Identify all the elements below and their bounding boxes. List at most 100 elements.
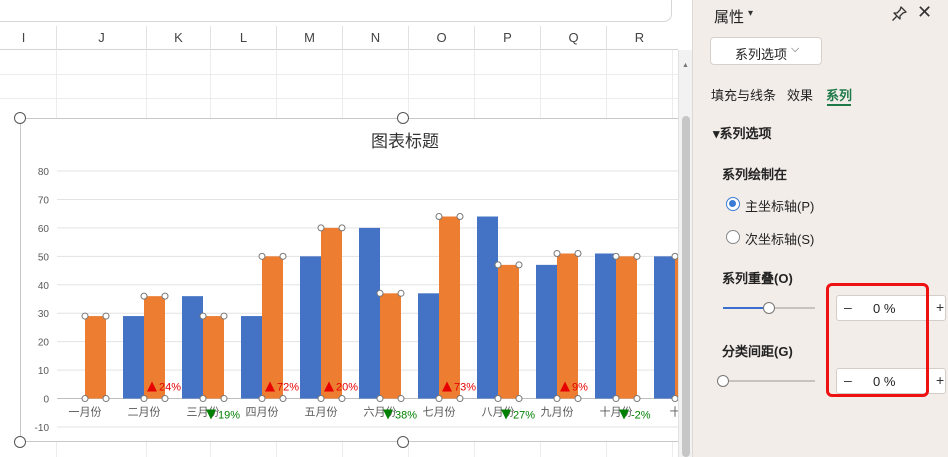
- bar-series-2: [85, 316, 106, 399]
- bar-series-2: [498, 264, 519, 399]
- spreadsheet-area[interactable]: I J K L M N O P Q R 图表标题 80 70 60 50 40 30 20 10…: [0, 0, 678, 457]
- grid-line: [0, 74, 678, 75]
- change-label: 24%: [159, 382, 181, 394]
- bar-selection-point: [456, 395, 464, 403]
- change-label: -2%: [631, 410, 651, 422]
- bar-selection-point: [435, 213, 443, 221]
- y-tick-label: 10: [38, 366, 50, 377]
- gap-width-heading: 分类间距(G): [722, 344, 793, 359]
- bar-selection-point: [338, 224, 346, 232]
- resize-handle-top[interactable]: [397, 112, 409, 124]
- scrollbar-thumb[interactable]: [682, 116, 690, 457]
- pin-icon[interactable]: [890, 5, 908, 23]
- bar-selection-point: [494, 395, 502, 403]
- column-header-l[interactable]: L: [210, 26, 276, 50]
- vertical-scrollbar[interactable]: ▲: [678, 50, 692, 457]
- bar-selection-point: [317, 224, 325, 232]
- tab-series[interactable]: 系列: [826, 85, 852, 104]
- resize-handle-bottom[interactable]: [397, 436, 409, 448]
- secondary-axis-label[interactable]: 次坐标轴(S): [745, 229, 814, 248]
- bar-series-2: [380, 293, 401, 399]
- bar-selection-point: [456, 213, 464, 221]
- bar-selection-point: [574, 395, 582, 403]
- bar-selection-point: [140, 395, 148, 403]
- column-header-n[interactable]: N: [342, 26, 408, 50]
- bar-selection-point: [258, 252, 266, 260]
- x-category-label: 一月份: [69, 406, 102, 419]
- grid-line: [0, 98, 678, 99]
- bar-selection-point: [633, 252, 641, 260]
- panel-title-caret-icon[interactable]: ▾: [748, 8, 753, 19]
- bar-selection-point: [553, 395, 561, 403]
- close-icon[interactable]: ✕: [917, 2, 932, 22]
- change-label: 38%: [395, 410, 417, 422]
- column-header-r[interactable]: R: [606, 26, 672, 50]
- bar-selection-point: [612, 252, 620, 260]
- y-tick-label: -10: [35, 423, 50, 434]
- increment-button[interactable]: +: [936, 372, 944, 388]
- tab-effects[interactable]: 效果: [787, 85, 813, 104]
- bar-selection-point: [397, 395, 405, 403]
- change-label: 27%: [513, 410, 535, 422]
- bar-selection-point: [338, 395, 346, 403]
- gap-width-slider[interactable]: [723, 380, 815, 382]
- bar-series-2: [321, 227, 342, 399]
- bar-selection-point: [220, 312, 228, 320]
- series-overlap-slider-handle[interactable]: [763, 302, 775, 314]
- highlight-annotation-box: [826, 283, 929, 397]
- bar-selection-point: [220, 395, 228, 403]
- bar-selection-point: [258, 395, 266, 403]
- bar-selection-point: [279, 252, 287, 260]
- x-category-label: 十: [670, 405, 679, 419]
- series-options-dropdown[interactable]: 系列选项 ⌵: [710, 37, 822, 65]
- resize-handle-bottom-left[interactable]: [14, 436, 26, 448]
- y-tick-label: 40: [38, 281, 50, 292]
- tab-fill-and-line[interactable]: 填充与线条: [711, 85, 776, 104]
- column-header-p[interactable]: P: [474, 26, 540, 50]
- gap-width-slider-handle[interactable]: [717, 375, 729, 387]
- column-header-i[interactable]: I: [0, 26, 56, 50]
- bar-series-2: [203, 316, 224, 399]
- bar-series-2: [439, 216, 460, 399]
- x-category-label: 二月份: [128, 406, 161, 419]
- y-tick-label: 50: [38, 252, 50, 263]
- formula-bar-strip[interactable]: [0, 0, 672, 22]
- chart-title: 图表标题: [371, 132, 439, 151]
- bar-series-1: [418, 293, 439, 399]
- bar-selection-point: [81, 312, 89, 320]
- panel-title[interactable]: 属性: [714, 6, 744, 27]
- column-header-j[interactable]: J: [56, 26, 146, 50]
- chevron-down-icon: ⌵: [791, 43, 800, 55]
- column-header-o[interactable]: O: [408, 26, 474, 50]
- column-header-q[interactable]: Q: [540, 26, 606, 50]
- bar-selection-point: [199, 395, 207, 403]
- bar-selection-point: [515, 395, 523, 403]
- dropdown-label: 系列选项: [735, 47, 788, 62]
- change-label: 72%: [277, 382, 299, 394]
- x-category-label: 七月份: [423, 406, 456, 419]
- bar-selection-point: [140, 292, 148, 300]
- resize-handle-top-left[interactable]: [14, 112, 26, 124]
- bar-selection-point: [199, 312, 207, 320]
- y-tick-label: 60: [38, 224, 50, 235]
- primary-axis-label[interactable]: 主坐标轴(P): [745, 196, 814, 215]
- primary-axis-radio[interactable]: [726, 197, 740, 211]
- chart-canvas[interactable]: 图表标题80706050403020100-10一月份 二月份 三月份 四月份 五月份六…: [21, 119, 678, 443]
- bar-selection-point: [397, 289, 405, 297]
- bar-selection-point: [612, 395, 620, 403]
- section-series-options[interactable]: ▾系列选项: [713, 123, 772, 142]
- bar-selection-point: [161, 395, 169, 403]
- column-header-k[interactable]: K: [146, 26, 210, 50]
- chart-object[interactable]: 图表标题 80 70 60 50 40 30 20 10 0 -10 一月份 二月份 三月份 四月份 五月份六…: [20, 118, 678, 442]
- scroll-up-icon[interactable]: ▲: [682, 62, 689, 70]
- y-tick-label: 80: [38, 167, 50, 178]
- column-headers: I J K L M N O P Q R: [0, 26, 678, 50]
- increment-button[interactable]: +: [936, 299, 944, 315]
- bar-series-1: [595, 253, 616, 399]
- secondary-axis-radio[interactable]: [726, 230, 740, 244]
- bar-selection-point: [515, 261, 523, 269]
- change-label: 19%: [218, 410, 240, 422]
- column-header-m[interactable]: M: [276, 26, 342, 50]
- change-label: 20%: [336, 382, 358, 394]
- x-category-label: 五月份: [305, 406, 338, 419]
